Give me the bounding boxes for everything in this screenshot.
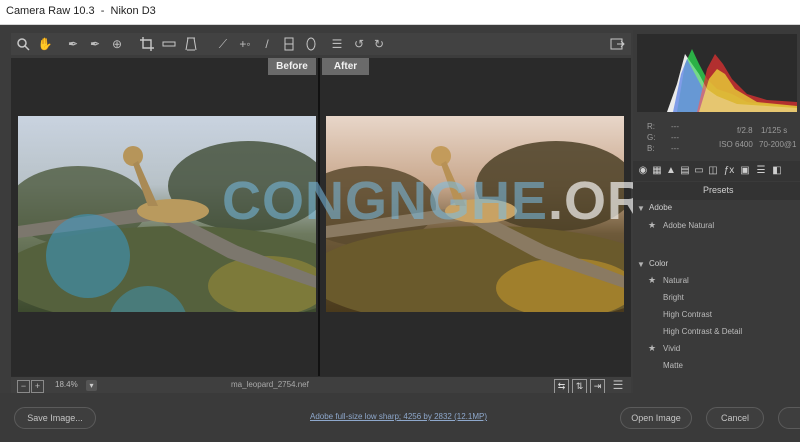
star-icon[interactable]: ★	[648, 220, 656, 231]
g-value: ---	[671, 133, 679, 142]
transform-icon[interactable]	[183, 36, 199, 52]
presets-title: Presets	[703, 185, 734, 195]
open-image-button[interactable]: Open Image	[620, 407, 692, 429]
g-label: G:	[647, 133, 656, 142]
done-button[interactable]	[778, 407, 800, 429]
spot-removal-icon[interactable]: ⟋	[215, 36, 231, 52]
color-group-toggle[interactable]: ▼	[637, 260, 645, 269]
right-panel: R: --- G: --- B: --- f/2.8 1/125 s ISO 6…	[633, 30, 800, 393]
swap-settings-button[interactable]: ⇅	[572, 379, 587, 394]
zoom-in-button[interactable]: +	[31, 380, 44, 393]
color-sampler-icon[interactable]: ✒	[87, 36, 103, 52]
r-label: R:	[647, 122, 655, 131]
rotate-right-icon[interactable]: ↻	[371, 36, 387, 52]
after-label: After	[322, 58, 369, 75]
preferences-icon[interactable]: ☰	[329, 36, 345, 52]
lens-value: 70-200@1	[759, 140, 797, 149]
preview-bottom-bar: − + 18.4% ▾ ma_leopard_2754.nef ⇆ ⇅ ⇥ ☰	[11, 376, 631, 394]
star-icon[interactable]: ★	[648, 343, 656, 354]
preset-natural[interactable]: Natural	[663, 276, 689, 285]
crop-icon[interactable]	[139, 36, 155, 52]
adobe-group-toggle[interactable]: ▼	[637, 204, 645, 213]
open-in-photoshop-icon[interactable]	[609, 36, 625, 52]
iso-value: ISO 6400	[719, 140, 753, 149]
color-group-label[interactable]: Color	[649, 259, 668, 268]
snapshots-tab-icon[interactable]: ◧	[771, 165, 783, 177]
presets-header: Presets	[633, 182, 800, 200]
straighten-icon[interactable]	[161, 36, 177, 52]
graduated-filter-icon[interactable]	[281, 36, 297, 52]
panel-tabs: ◉ ▦ ▲ ▤ ▭ ◫ ƒx ▣ ☰ ◧	[633, 161, 800, 181]
preset-bright[interactable]: Bright	[663, 293, 684, 302]
footer: Save Image... Adobe full-size low sharp;…	[0, 393, 800, 442]
fx-tab-icon[interactable]: ƒx	[723, 165, 735, 177]
filename: ma_leopard_2754.nef	[231, 380, 309, 389]
adobe-group-label[interactable]: Adobe	[649, 203, 672, 212]
preset-vivid[interactable]: Vivid	[663, 344, 680, 353]
histogram	[637, 34, 797, 112]
cancel-button[interactable]: Cancel	[706, 407, 764, 429]
hsl-tab-icon[interactable]: ▤	[679, 165, 691, 177]
calibration-tab-icon[interactable]: ▣	[739, 165, 751, 177]
preset-item[interactable]: Adobe Natural	[663, 221, 714, 230]
lens-tab-icon[interactable]: ◫	[707, 165, 719, 177]
r-value: ---	[671, 122, 679, 131]
b-value: ---	[671, 144, 679, 153]
watermark: CONGNGHE.ORG	[222, 170, 690, 232]
zoom-tool-icon[interactable]	[15, 36, 31, 52]
b-label: B:	[647, 144, 655, 153]
before-after-view-button[interactable]: ⇆	[554, 379, 569, 394]
copy-settings-button[interactable]: ⇥	[590, 379, 605, 394]
radial-filter-icon[interactable]	[303, 36, 319, 52]
rotate-left-icon[interactable]: ↺	[351, 36, 367, 52]
save-image-button[interactable]: Save Image...	[14, 407, 96, 429]
tone-curve-tab-icon[interactable]: ▦	[651, 165, 663, 177]
preset-high-contrast-detail[interactable]: High Contrast & Detail	[663, 327, 742, 336]
aperture-value: f/2.8	[737, 126, 753, 135]
preset-high-contrast[interactable]: High Contrast	[663, 310, 712, 319]
zoom-out-button[interactable]: −	[17, 380, 30, 393]
shutter-value: 1/125 s	[761, 126, 788, 135]
zoom-level: 18.4%	[55, 380, 78, 389]
toggle-settings-icon[interactable]: ☰	[610, 377, 626, 393]
split-toning-tab-icon[interactable]: ▭	[693, 165, 705, 177]
white-balance-icon[interactable]: ✒	[65, 36, 81, 52]
star-icon[interactable]: ★	[648, 275, 656, 286]
presets-tab-icon[interactable]: ☰	[755, 165, 767, 177]
basic-tab-icon[interactable]: ◉	[637, 165, 649, 177]
target-adjustment-icon[interactable]: ⊕	[109, 36, 125, 52]
before-label: Before	[268, 58, 316, 75]
window-title: Camera Raw 10.3 - Nikon D3	[6, 5, 156, 17]
title-bar: Camera Raw 10.3 - Nikon D3	[0, 0, 800, 25]
zoom-dropdown[interactable]: ▾	[86, 380, 97, 391]
red-eye-icon[interactable]: +◦	[237, 36, 253, 52]
toolbar: ✋ ✒ ✒ ⊕ ⟋ +◦ / ☰ ↺ ↻	[11, 33, 631, 55]
hand-tool-icon[interactable]: ✋	[37, 36, 53, 52]
workflow-options-link[interactable]: Adobe full-size low sharp; 4256 by 2832 …	[310, 412, 487, 421]
preset-matte[interactable]: Matte	[663, 361, 683, 370]
adjustment-brush-icon[interactable]: /	[259, 36, 275, 52]
watermark-main: CONGNGHE	[222, 171, 549, 231]
detail-tab-icon[interactable]: ▲	[665, 165, 677, 177]
